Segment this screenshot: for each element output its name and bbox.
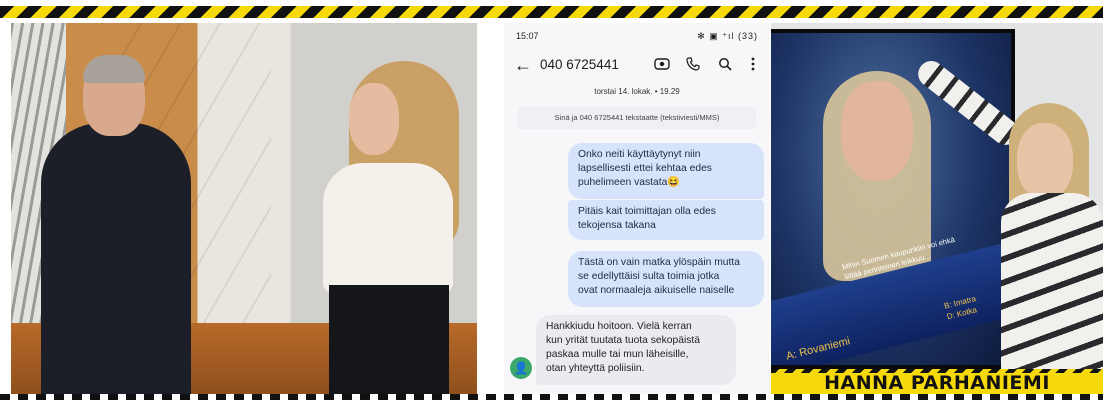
- photo-meeting: [11, 23, 477, 395]
- woman-striped-sweater: [1001, 193, 1103, 369]
- conversation-info: Sinä ja 040 6725441 tekstaatte (tekstivi…: [518, 107, 756, 129]
- status-time: 15:07: [516, 31, 539, 41]
- name-banner: HANNA PARHANIEMI: [771, 369, 1103, 394]
- search-icon[interactable]: [718, 57, 732, 74]
- message-bubble-sent[interactable]: Onko neiti käyttäytynyt niin lapsellises…: [568, 143, 764, 199]
- status-icons: ✻ ▣ ⁺ıl (33): [697, 30, 758, 41]
- man-suit: [41, 123, 191, 395]
- woman-blouse: [323, 163, 453, 293]
- photo-tv-quiz: Mihin Suomen kaupunkiin voi ehkä liittää…: [771, 23, 1103, 369]
- conversation-date: torstai 14. lokak. • 19.29: [594, 87, 680, 96]
- man-hair: [83, 55, 145, 83]
- message-bubble-sent[interactable]: Pitäis kait toimittajan olla edes tekoje…: [568, 200, 764, 240]
- message-bubble-received[interactable]: Hankkiudu hoitoon. Vielä kerran kun yrit…: [536, 315, 736, 385]
- more-vert-icon[interactable]: [750, 57, 756, 74]
- message-bubble-sent[interactable]: Tästä on vain matka ylöspäin mutta se ed…: [568, 251, 764, 307]
- contact-avatar-icon[interactable]: 👤: [510, 357, 532, 379]
- hazard-stripe-top: [0, 6, 1103, 18]
- phone-icon[interactable]: [686, 57, 700, 74]
- woman-face: [349, 83, 399, 155]
- back-arrow-icon[interactable]: ←: [514, 55, 532, 76]
- person-name: HANNA PARHANIEMI: [824, 372, 1050, 394]
- status-bar: 15:07 ✻ ▣ ⁺ıl (33): [516, 29, 758, 43]
- woman-skirt: [329, 285, 449, 395]
- sms-conversation-screen: 15:07 ✻ ▣ ⁺ıl (33) ← 040 6725441 torstai…: [504, 23, 770, 395]
- tv-frame: [771, 29, 1015, 369]
- contact-number: 040 6725441: [540, 57, 619, 72]
- conversation-app-bar: ← 040 6725441: [504, 51, 770, 81]
- video-call-icon[interactable]: [654, 57, 670, 74]
- hazard-stripe-bottom: [0, 394, 1103, 400]
- woman-face: [1017, 123, 1073, 199]
